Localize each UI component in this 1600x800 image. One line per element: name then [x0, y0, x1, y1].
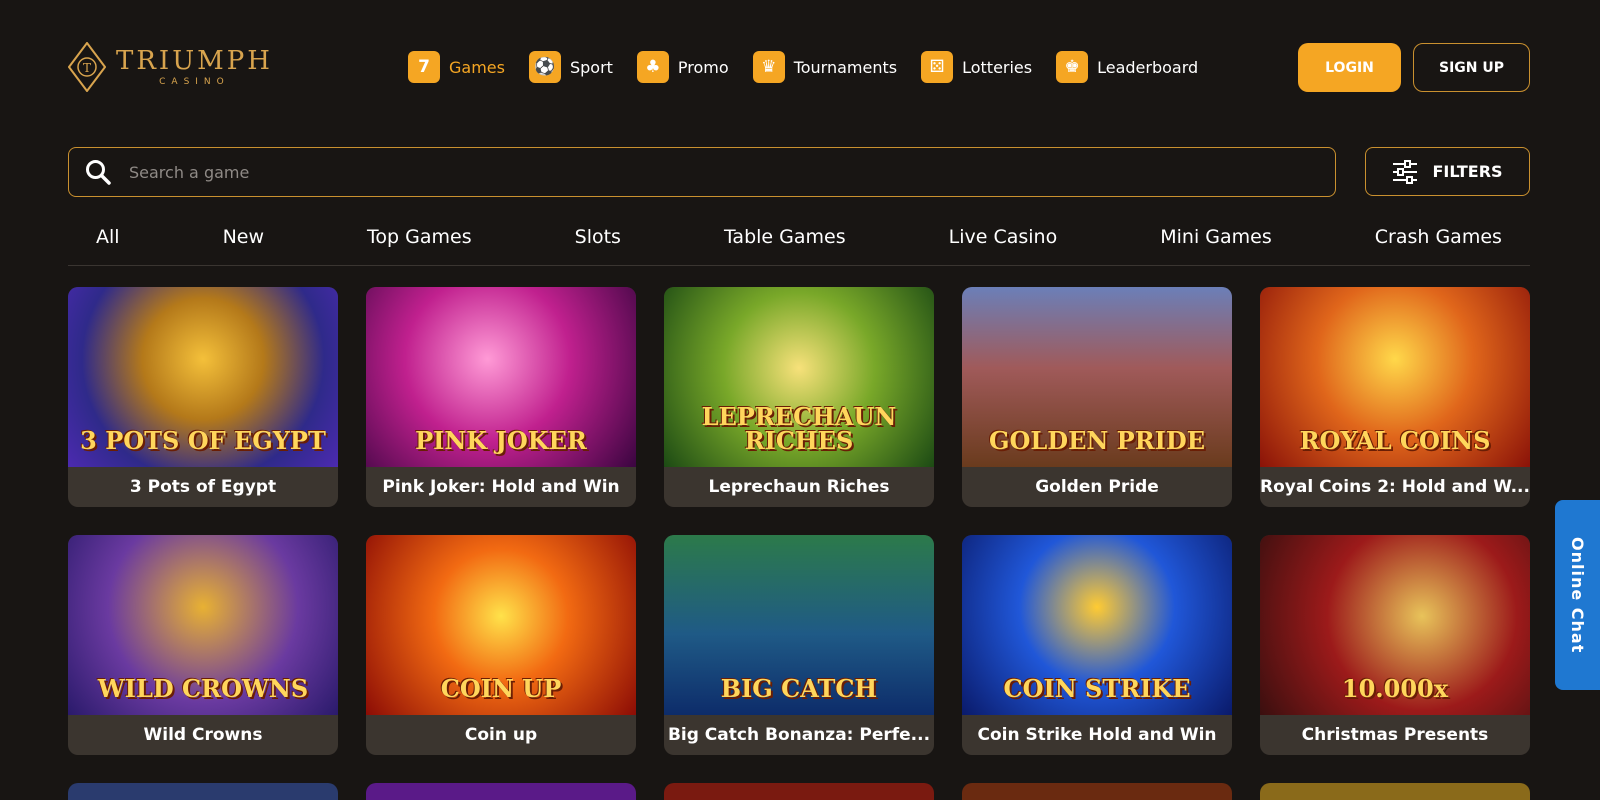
- game-card[interactable]: 10.000x Christmas Presents: [1260, 535, 1530, 755]
- game-title: Leprechaun Riches: [708, 477, 890, 497]
- logo[interactable]: T TRIUMPH CASINO: [68, 42, 273, 92]
- tab-slots[interactable]: Slots: [575, 222, 621, 265]
- logo-title: TRIUMPH: [116, 46, 273, 76]
- game-card[interactable]: ROYAL COINS Royal Coins 2: Hold and W...: [1260, 287, 1530, 507]
- nav-item-promo[interactable]: ♣ Promo: [636, 51, 729, 83]
- nav-item-lotteries[interactable]: ⚄ Lotteries: [921, 51, 1032, 83]
- nav-label: Tournaments: [793, 57, 898, 77]
- filters-label: FILTERS: [1432, 162, 1503, 181]
- game-card-peek[interactable]: [68, 783, 338, 800]
- search-bar[interactable]: [68, 147, 1336, 197]
- game-logo-text: COIN UP: [440, 674, 562, 703]
- game-title: Coin up: [464, 725, 538, 745]
- game-title: Big Catch Bonanza: Perfe...: [667, 725, 931, 745]
- game-logo-text: PINK JOKER: [415, 426, 587, 455]
- online-chat-label: Online Chat: [1568, 536, 1587, 654]
- svg-text:T: T: [83, 61, 91, 75]
- game-thumbnail[interactable]: 10.000x: [1260, 535, 1530, 715]
- ball-icon: ⚽: [528, 51, 561, 83]
- game-card[interactable]: LEPRECHAUN RICHES Leprechaun Riches: [664, 287, 934, 507]
- game-card[interactable]: PINK JOKER Pink Joker: Hold and Win: [366, 287, 636, 507]
- search-input[interactable]: [129, 162, 1229, 182]
- game-card[interactable]: GOLDEN PRIDE Golden Pride: [962, 287, 1232, 507]
- game-title: Golden Pride: [1035, 477, 1159, 497]
- clover-icon: ♣: [636, 51, 669, 83]
- game-logo-text: ROYAL COINS: [1299, 426, 1491, 455]
- game-thumbnail[interactable]: 3 POTS OF EGYPT: [68, 287, 338, 467]
- online-chat-button[interactable]: Online Chat: [1555, 500, 1600, 690]
- game-logo-text: 3 POTS OF EGYPT: [80, 426, 326, 455]
- game-card-peek[interactable]: [664, 783, 934, 800]
- nav-item-games[interactable]: 7 Games: [408, 51, 505, 83]
- tab-table-games[interactable]: Table Games: [724, 222, 846, 265]
- sliders-icon: [1393, 159, 1418, 184]
- tab-mini-games[interactable]: Mini Games: [1160, 222, 1272, 265]
- game-card-peek[interactable]: [962, 783, 1232, 800]
- nav-item-sport[interactable]: ⚽ Sport: [528, 51, 613, 83]
- game-card[interactable]: BIG CATCH Big Catch Bonanza: Perfe...: [664, 535, 934, 755]
- tab-live-casino[interactable]: Live Casino: [949, 222, 1058, 265]
- logo-subtitle: CASINO: [159, 77, 230, 87]
- game-thumbnail[interactable]: ROYAL COINS: [1260, 287, 1530, 467]
- game-title: Wild Crowns: [143, 725, 263, 745]
- game-grid: 3 POTS OF EGYPT 3 Pots of Egypt PINK JOKER…: [68, 287, 1530, 755]
- tab-all[interactable]: All: [96, 222, 120, 265]
- nav-label: Leaderboard: [1097, 57, 1199, 77]
- game-logo-text: 10.000x: [1341, 674, 1449, 703]
- nav-label: Games: [449, 57, 505, 77]
- game-card-peek[interactable]: [1260, 783, 1530, 800]
- nav-item-tournaments[interactable]: ♛ Tournaments: [752, 51, 898, 83]
- search-icon: [86, 160, 111, 185]
- filters-button[interactable]: FILTERS: [1365, 147, 1530, 196]
- game-thumbnail[interactable]: COIN UP: [366, 535, 636, 715]
- tab-new[interactable]: New: [223, 222, 264, 265]
- game-thumbnail[interactable]: GOLDEN PRIDE: [962, 287, 1232, 467]
- game-logo-text: COIN STRIKE: [1003, 674, 1191, 703]
- game-thumbnail[interactable]: LEPRECHAUN RICHES: [664, 287, 934, 467]
- next-row-peek: [68, 783, 1530, 800]
- seven-icon: 7: [408, 51, 440, 83]
- game-title: Christmas Presents: [1301, 725, 1489, 745]
- dice-icon: ⚄: [921, 51, 954, 83]
- main-nav: 7 Games ⚽ Sport ♣ Promo ♛ Tournaments ⚄ Lotteries…: [408, 51, 1222, 83]
- game-logo-text: WILD CROWNS: [97, 674, 309, 703]
- game-thumbnail[interactable]: WILD CROWNS: [68, 535, 338, 715]
- game-card[interactable]: 3 POTS OF EGYPT 3 Pots of Egypt: [68, 287, 338, 507]
- signup-button[interactable]: SIGN UP: [1413, 43, 1530, 92]
- category-tabs: All New Top Games Slots Table Games Live Casi…: [68, 222, 1530, 266]
- game-card[interactable]: COIN UP Coin up: [366, 535, 636, 755]
- nav-label: Lotteries: [962, 57, 1033, 77]
- login-button[interactable]: LOGIN: [1298, 43, 1401, 92]
- trophy-icon: ♛: [752, 51, 785, 83]
- nav-label: Promo: [677, 57, 729, 77]
- logo-diamond-icon: T: [68, 42, 106, 92]
- game-title: Pink Joker: Hold and Win: [382, 477, 620, 497]
- game-thumbnail[interactable]: COIN STRIKE: [962, 535, 1232, 715]
- game-title: 3 Pots of Egypt: [129, 477, 277, 497]
- game-thumbnail[interactable]: PINK JOKER: [366, 287, 636, 467]
- game-logo-text: LEPRECHAUN RICHES: [701, 402, 897, 455]
- game-logo-text: GOLDEN PRIDE: [989, 426, 1205, 455]
- game-title: Royal Coins 2: Hold and W...: [1260, 477, 1530, 497]
- game-card[interactable]: WILD CROWNS Wild Crowns: [68, 535, 338, 755]
- game-card[interactable]: COIN STRIKE Coin Strike Hold and Win: [962, 535, 1232, 755]
- game-thumbnail[interactable]: BIG CATCH: [664, 535, 934, 715]
- crown-icon: ♚: [1056, 51, 1089, 83]
- game-logo-text: BIG CATCH: [720, 674, 878, 703]
- nav-item-leaderboard[interactable]: ♚ Leaderboard: [1056, 51, 1198, 83]
- nav-label: Sport: [569, 57, 613, 77]
- game-card-peek[interactable]: [366, 783, 636, 800]
- tab-crash-games[interactable]: Crash Games: [1375, 222, 1502, 265]
- tab-top-games[interactable]: Top Games: [367, 222, 472, 265]
- game-title: Coin Strike Hold and Win: [977, 725, 1217, 745]
